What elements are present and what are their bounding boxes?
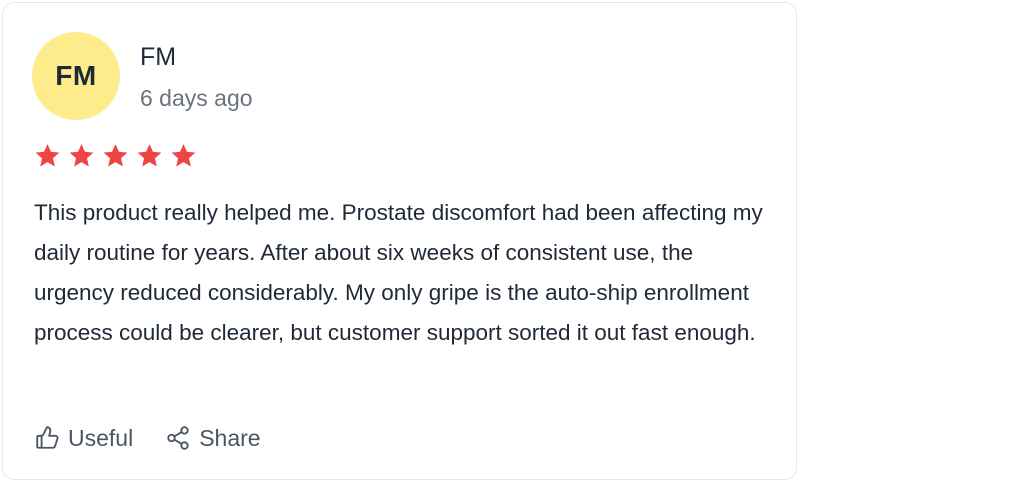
star-icon bbox=[135, 142, 164, 170]
useful-button[interactable]: Useful bbox=[34, 423, 133, 453]
share-icon bbox=[165, 425, 191, 451]
review-card: FM FM 6 days ago This product really hel… bbox=[2, 2, 797, 480]
review-text: This product really helped me. Prostate … bbox=[34, 200, 763, 345]
useful-label: Useful bbox=[68, 425, 134, 451]
share-label: Share bbox=[199, 425, 261, 451]
star-rating bbox=[33, 142, 198, 170]
review-actions: Useful Share bbox=[34, 423, 261, 453]
review-timestamp: 6 days ago bbox=[140, 85, 253, 111]
star-icon bbox=[169, 142, 198, 170]
share-button[interactable]: Share bbox=[165, 423, 261, 453]
thumbs-up-icon bbox=[34, 425, 60, 451]
star-icon bbox=[101, 142, 130, 170]
avatar-initials: FM bbox=[55, 60, 97, 91]
star-icon bbox=[67, 142, 96, 170]
author-name: FM bbox=[140, 43, 177, 71]
star-icon bbox=[33, 142, 62, 170]
avatar: FM bbox=[32, 32, 120, 120]
